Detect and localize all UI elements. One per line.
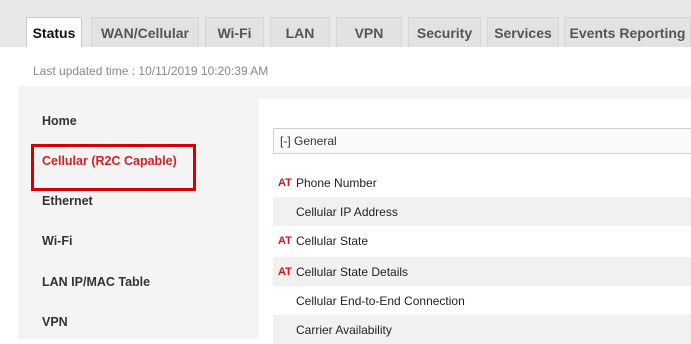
- tab-wi-fi[interactable]: Wi-Fi: [205, 17, 264, 47]
- tab-bar: Status WAN/Cellular Wi-Fi LAN VPN Securi…: [0, 0, 691, 47]
- status-panel: [-] General AT Phone Number Cellular IP …: [259, 99, 691, 344]
- sidebar-item-wi-fi[interactable]: Wi-Fi: [18, 221, 259, 261]
- row-cellular-state-details: AT Cellular State Details: [273, 257, 691, 286]
- row-cellular-ip-address: Cellular IP Address: [273, 197, 691, 226]
- tab-security[interactable]: Security: [408, 17, 481, 47]
- sidebar-item-ethernet[interactable]: Ethernet: [18, 181, 259, 221]
- row-label: Cellular End-to-End Connection: [296, 293, 465, 308]
- last-updated-text: Last updated time : 10/11/2019 10:20:39 …: [33, 64, 269, 78]
- sidebar-item-home[interactable]: Home: [18, 101, 259, 141]
- row-carrier-availability: Carrier Availability: [273, 315, 691, 344]
- row-label: Cellular IP Address: [296, 204, 398, 219]
- tab-events-reporting[interactable]: Events Reporting: [564, 17, 691, 47]
- general-section-toggle[interactable]: [-] General: [273, 128, 691, 154]
- at-marker: AT: [278, 234, 292, 247]
- row-cellular-state: AT Cellular State: [273, 226, 691, 255]
- tab-wan-cellular[interactable]: WAN/Cellular: [91, 17, 199, 47]
- sidebar-item-vpn[interactable]: VPN: [18, 302, 259, 342]
- tab-status[interactable]: Status: [26, 17, 82, 47]
- content-area: Home Cellular (R2C Capable) Ethernet Wi-…: [18, 86, 691, 344]
- sidebar: Home Cellular (R2C Capable) Ethernet Wi-…: [18, 86, 259, 339]
- row-label: Phone Number: [296, 175, 377, 190]
- row-cellular-end-to-end-connection: Cellular End-to-End Connection: [273, 286, 691, 315]
- row-phone-number: AT Phone Number: [273, 168, 691, 197]
- row-label: Cellular State: [296, 233, 369, 248]
- at-marker: AT: [278, 176, 292, 189]
- tab-lan[interactable]: LAN: [270, 17, 330, 47]
- row-label: Cellular State Details: [296, 264, 409, 279]
- at-marker: AT: [278, 265, 292, 278]
- sidebar-item-lan-ip-mac-table[interactable]: LAN IP/MAC Table: [18, 262, 259, 302]
- tab-vpn[interactable]: VPN: [336, 17, 402, 47]
- row-label: Carrier Availability: [296, 322, 392, 337]
- sidebar-item-cellular[interactable]: Cellular (R2C Capable): [18, 141, 259, 191]
- tab-services[interactable]: Services: [487, 17, 559, 47]
